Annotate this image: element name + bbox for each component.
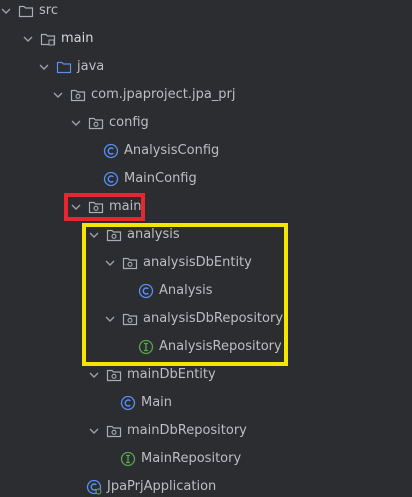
tree-node-analysisdbrepository[interactable]: analysisDbRepository: [104, 309, 283, 329]
tree-node-label: MainRepository: [141, 451, 242, 466]
tree-node-label: src: [39, 3, 58, 18]
class-icon: [103, 143, 119, 159]
chevron-down-icon[interactable]: [70, 201, 82, 213]
chevron-down-icon[interactable]: [88, 425, 100, 437]
spring-class-icon: [86, 479, 102, 495]
tree-node-label: analysis: [127, 227, 180, 242]
package-icon: [88, 117, 104, 130]
chevron-down-icon[interactable]: [88, 229, 100, 241]
chevron-down-icon[interactable]: [52, 89, 64, 101]
class-icon: [120, 395, 136, 411]
tree-node-src[interactable]: src: [0, 1, 58, 21]
tree-node-label: main: [61, 31, 94, 46]
tree-node-maindbentity[interactable]: mainDbEntity: [88, 365, 216, 385]
tree-node-label: AnalysisRepository: [159, 339, 282, 354]
tree-node-label: config: [109, 115, 149, 130]
tree-node-analysis-class[interactable]: Analysis: [138, 281, 213, 301]
chevron-down-icon[interactable]: [0, 5, 12, 17]
tree-node-analysis[interactable]: analysis: [88, 225, 180, 245]
tree-node-analysisdbentity[interactable]: analysisDbEntity: [104, 253, 252, 273]
tree-node-label: mainDbEntity: [127, 367, 216, 382]
tree-node-config[interactable]: config: [70, 113, 149, 133]
tree-node-maindbrepository[interactable]: mainDbRepository: [88, 421, 247, 441]
tree-node-jpaprjapplication[interactable]: JpaPrjApplication: [86, 477, 216, 497]
tree-node-label: Main: [141, 395, 173, 410]
class-icon: [138, 283, 154, 299]
chevron-down-icon[interactable]: [70, 117, 82, 129]
chevron-down-icon[interactable]: [22, 33, 34, 45]
chevron-down-icon[interactable]: [104, 313, 116, 325]
interface-icon: [138, 339, 154, 355]
tree-node-label: MainConfig: [124, 171, 197, 186]
tree-node-label: java: [77, 59, 105, 74]
project-tree: src main java com.jpaproject.jpa_prj con…: [0, 0, 412, 497]
tree-node-label: analysisDbEntity: [143, 255, 252, 270]
tree-node-mainrepository[interactable]: MainRepository: [120, 449, 241, 469]
tree-node-main-root[interactable]: main: [22, 29, 93, 49]
package-icon: [70, 89, 86, 102]
tree-node-label: analysisDbRepository: [143, 311, 284, 326]
tree-node-root-package[interactable]: com.jpaproject.jpa_prj: [52, 85, 236, 105]
chevron-down-icon[interactable]: [104, 257, 116, 269]
tree-node-mainconfig[interactable]: MainConfig: [103, 169, 197, 189]
chevron-down-icon[interactable]: [38, 61, 50, 73]
class-icon: [103, 171, 119, 187]
tree-node-label: mainDbRepository: [127, 423, 247, 438]
package-icon: [122, 313, 138, 326]
folder-icon: [18, 5, 34, 18]
package-icon: [122, 257, 138, 270]
chevron-down-icon[interactable]: [88, 369, 100, 381]
tree-node-main-class[interactable]: Main: [120, 393, 172, 413]
package-icon: [106, 425, 122, 438]
tree-node-label: main: [109, 199, 142, 214]
tree-node-java[interactable]: java: [38, 57, 104, 77]
package-icon: [106, 229, 122, 242]
package-icon: [106, 369, 122, 382]
package-icon: [88, 201, 104, 214]
source-folder-icon: [56, 61, 72, 74]
tree-node-main-package[interactable]: main: [70, 197, 141, 217]
tree-node-label: AnalysisConfig: [124, 143, 220, 158]
tree-node-analysisconfig[interactable]: AnalysisConfig: [103, 141, 219, 161]
tree-node-label: com.jpaproject.jpa_prj: [91, 87, 236, 102]
tree-node-analysisrepository[interactable]: AnalysisRepository: [138, 337, 282, 357]
tree-node-label: Analysis: [159, 283, 213, 298]
tree-node-label: JpaPrjApplication: [107, 479, 217, 494]
source-root-folder-icon: [40, 33, 56, 46]
interface-icon: [120, 451, 136, 467]
